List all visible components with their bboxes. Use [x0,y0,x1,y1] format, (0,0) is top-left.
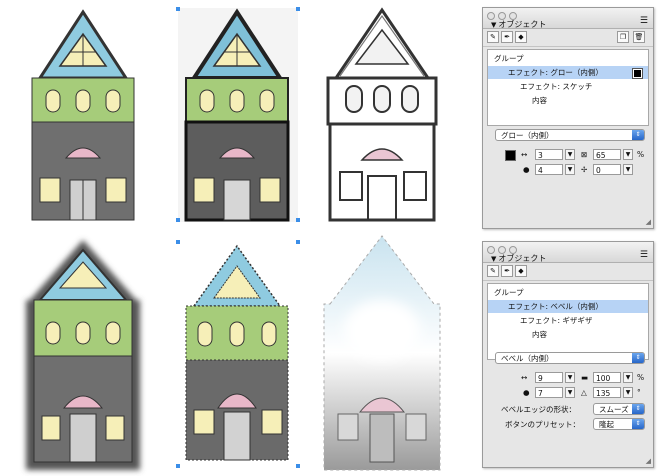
width-dropdown[interactable]: ▼ [565,149,575,160]
offset-dropdown[interactable]: ▼ [623,164,633,175]
trash-icon[interactable]: 🗑 [633,31,645,43]
chevron-down-icon: ⇕ [632,353,644,363]
effect-list[interactable]: グループ エフェクト: グロー（内側） エフェクト: スケッチ 内容 [487,49,649,126]
list-item[interactable]: エフェクト: ギザギザ [488,314,648,327]
panel-toolbar: ✎ ✒ ◆ ❐ 🗑 [483,29,653,47]
pencil-icon[interactable]: ✎ [487,265,499,277]
fill-icon[interactable]: ◆ [515,265,527,277]
angle-icon: △ [581,388,587,397]
button-preset-label: ボタンのプリセット： [505,420,580,429]
house-plain[interactable] [31,9,135,221]
new-layer-icon[interactable]: ❐ [617,31,629,43]
list-item[interactable]: グループ [488,52,648,65]
list-item[interactable]: グループ [488,286,648,299]
list-item[interactable]: 内容 [488,94,648,107]
house-shadow[interactable] [26,240,140,470]
percent-unit: % [637,150,645,159]
panel-title: オブジェクト [498,20,547,29]
menu-icon[interactable]: ☰ [640,250,648,260]
menu-icon[interactable]: ☰ [640,16,648,26]
effect-select[interactable]: ベベル（内側） ⇕ [495,352,645,364]
color-swatch[interactable] [505,150,516,161]
color-swatch-icon[interactable] [632,68,643,79]
width-arrow-icon: ↔ [521,373,528,382]
list-item-selected[interactable]: エフェクト: ベベル（内側） [488,300,648,313]
softness-dropdown[interactable]: ▼ [565,387,575,398]
pen-tool-icon[interactable]: ✒ [501,265,513,277]
width-field[interactable]: 3 [535,149,563,160]
object-panel-bevel[interactable]: ▼ オブジェクト ☰ ✎ ✒ ◆ グループ エフェクト: ベベル（内側） エフェク… [482,241,654,468]
effect-select[interactable]: グロー（内側） ⇕ [495,129,645,141]
panel-toolbar: ✎ ✒ ◆ [483,263,653,281]
resize-grip-icon[interactable]: ◢ [646,457,651,465]
width-arrow-icon: ↔ [521,150,528,159]
contrast-dropdown[interactable]: ▼ [623,372,633,383]
bevel-shape-select[interactable]: スムーズ ⇕ [593,403,645,415]
bevel-shape-label: ベベルエッジの形状： [501,405,576,414]
house-zigzag-selected[interactable] [176,240,300,468]
degree-unit: ° [637,388,641,397]
object-panel-glow[interactable]: ▼ オブジェクト ☰ ✎ ✒ ◆ ❐ 🗑 グループ エフェクト: グロー（内側） … [482,7,654,229]
collapse-icon[interactable]: ▼ [491,21,496,29]
fill-icon[interactable]: ◆ [515,31,527,43]
effect-list[interactable]: グループ エフェクト: ベベル（内側） エフェクト: ギザギザ 内容 [487,283,649,360]
collapse-icon[interactable]: ▼ [491,255,496,263]
panel-titlebar[interactable]: ▼ オブジェクト ☰ [483,8,653,29]
contrast-icon: ▬ [581,373,589,382]
house-glow-selected[interactable] [176,7,300,222]
offset-field[interactable]: 0 [593,164,621,175]
list-item-selected[interactable]: エフェクト: グロー（内側） [488,66,648,79]
list-item[interactable]: エフェクト: スケッチ [488,80,648,93]
button-preset-select[interactable]: 隆起 ⇕ [593,418,645,430]
house-sketch[interactable] [326,7,438,222]
offset-icon: ✢ [581,165,588,174]
width-field[interactable]: 9 [535,372,563,383]
chevron-down-icon: ⇕ [632,130,644,140]
softness-icon: ● [523,165,530,174]
canvas[interactable] [0,0,476,476]
width-dropdown[interactable]: ▼ [565,372,575,383]
resize-grip-icon[interactable]: ◢ [646,218,651,226]
angle-dropdown[interactable]: ▼ [623,387,633,398]
percent-unit: % [637,373,645,382]
chevron-down-icon: ⇕ [632,419,644,429]
pen-tool-icon[interactable]: ✒ [501,31,513,43]
opacity-field[interactable]: 65 [593,149,621,160]
chevron-down-icon: ⇕ [632,404,644,414]
opacity-dropdown[interactable]: ▼ [623,149,633,160]
pencil-icon[interactable]: ✎ [487,31,499,43]
house-bevel-spiky[interactable] [323,235,441,471]
contrast-field[interactable]: 100 [593,372,621,383]
softness-icon: ● [523,388,530,397]
opacity-icon: ⊠ [581,150,588,159]
softness-dropdown[interactable]: ▼ [565,164,575,175]
panel-title: オブジェクト [498,254,547,263]
softness-field[interactable]: 4 [535,164,563,175]
panel-titlebar[interactable]: ▼ オブジェクト ☰ [483,242,653,263]
list-item[interactable]: 内容 [488,328,648,341]
softness-field[interactable]: 7 [535,387,563,398]
angle-field[interactable]: 135 [593,387,621,398]
